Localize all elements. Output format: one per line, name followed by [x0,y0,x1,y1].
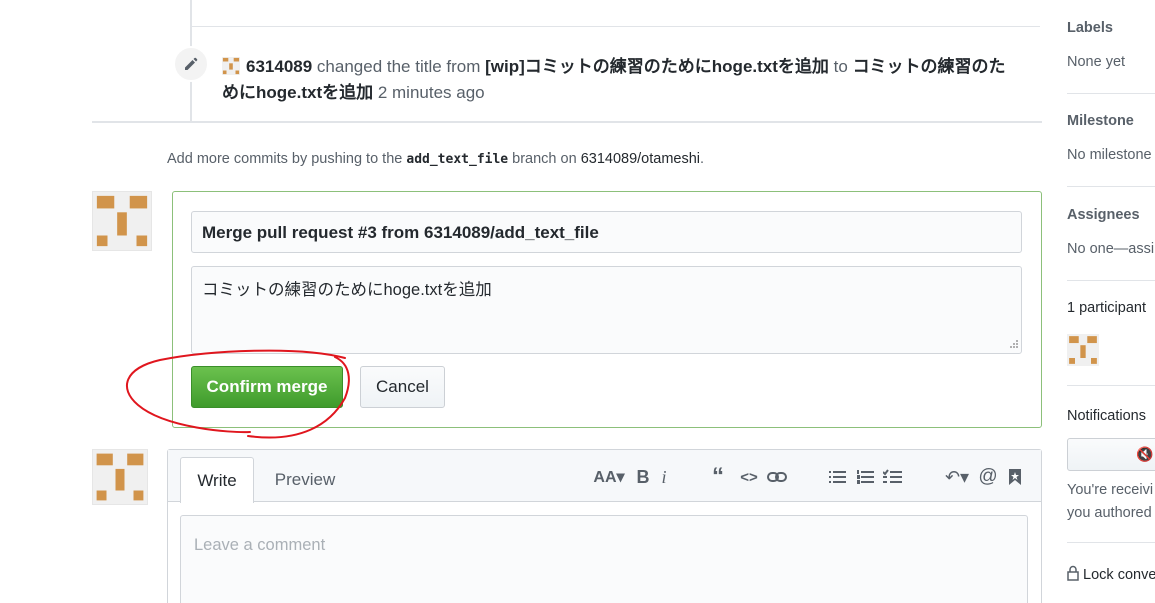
event-connector: to [833,57,848,76]
helper-middle: branch on [512,151,577,167]
ordered-list-icon[interactable] [856,465,876,489]
event-new-title-1: コミットの練習のた [852,57,1006,76]
tab-preview[interactable]: Preview [262,457,348,503]
task-list-icon[interactable] [882,465,904,489]
timeline-end-divider [92,121,1042,123]
unordered-list-icon[interactable] [828,465,848,489]
sidebar-participants-title: 1 participant [1067,300,1146,316]
sidebar-divider [1067,385,1155,386]
lock-icon [1067,565,1079,581]
timeline-divider [192,26,1040,27]
participant-avatar[interactable] [1067,334,1099,366]
sidebar-assignees-title[interactable]: Assignees [1067,207,1140,223]
sidebar-labels-title[interactable]: Labels [1067,20,1113,36]
helper-suffix: . [700,151,705,167]
sidebar-divider [1067,542,1155,543]
reply-icon[interactable]: ↶▾ [942,465,972,489]
avatar[interactable] [92,449,148,505]
sidebar-milestone-title[interactable]: Milestone [1067,113,1134,129]
resize-grip-icon[interactable] [1008,340,1018,350]
avatar-icon [222,57,240,75]
notifications-reason-2: you authored [1067,505,1152,521]
avatar[interactable] [92,191,152,251]
event-time[interactable]: 2 minutes ago [378,83,485,102]
comment-textarea[interactable]: Leave a comment [180,515,1028,603]
merge-message-text: コミットの練習のためにhoge.txtを追加 [202,281,492,299]
italic-icon[interactable]: i [656,465,672,489]
merge-title-input[interactable]: Merge pull request #3 from 6314089/add_t… [191,211,1022,253]
lock-label: Lock conve [1083,567,1155,583]
mention-icon[interactable]: @ [977,465,999,489]
pencil-icon [173,46,209,82]
quote-icon[interactable]: “ [707,463,729,490]
sidebar-milestone-value: No milestone [1067,147,1152,163]
branch-name: add_text_file [406,152,509,167]
sidebar-labels-value: None yet [1067,54,1126,70]
mute-icon: 🔇 [1136,446,1154,462]
unsubscribe-button[interactable]: 🔇 [1067,438,1155,471]
cancel-button[interactable]: Cancel [360,366,445,408]
sidebar-divider [1067,280,1155,281]
sidebar-divider [1067,93,1155,94]
push-helper-text: Add more commits by pushing to the add_t… [167,151,704,167]
sidebar-assignees-value: No one—assi [1067,241,1155,257]
event-actor[interactable]: 6314089 [246,57,312,76]
tab-write[interactable]: Write [180,457,254,503]
text-size-icon[interactable]: AA▾ [592,465,626,489]
bookmark-icon[interactable] [1006,465,1024,489]
notifications-reason-1: You're receivi [1067,482,1154,498]
lock-conversation-link[interactable]: Lock conve [1067,565,1155,583]
event-old-title: [wip]コミットの練習のためにhoge.txtを追加 [485,57,829,76]
link-icon[interactable] [766,465,788,489]
sidebar-divider [1067,186,1155,187]
code-icon[interactable]: <> [738,465,760,489]
helper-prefix: Add more commits by pushing to the [167,151,403,167]
repo-link[interactable]: 6314089/otameshi [581,151,700,167]
event-new-title-2: めにhoge.txtを追加 [222,83,374,102]
event-verb: changed the title from [316,57,481,76]
title-change-event: 6314089 changed the title from [wip]コミット… [222,54,1040,106]
sidebar-notifications-title: Notifications [1067,408,1146,424]
bold-icon[interactable]: B [634,465,652,489]
merge-message-textarea[interactable]: コミットの練習のためにhoge.txtを追加 [191,266,1022,354]
confirm-merge-button[interactable]: Confirm merge [191,366,343,408]
